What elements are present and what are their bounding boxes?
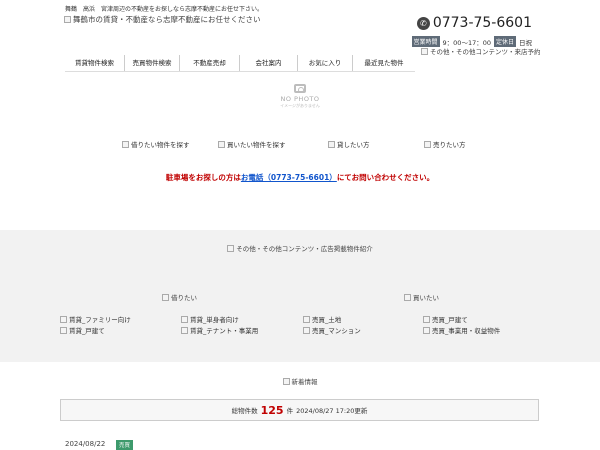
broken-image-icon [424, 140, 431, 148]
property-count: 125 [260, 403, 284, 417]
rent-heading: 借りたい [162, 292, 197, 302]
holiday-value: 日祝 [519, 38, 532, 47]
quick-link-lease-out[interactable]: 貸したい方 [328, 139, 370, 149]
nav-rent-search[interactable]: 賃貸物件検索 [65, 55, 125, 71]
category-link-buy-land[interactable]: 売買_土地 [303, 314, 341, 324]
broken-image-icon [218, 140, 225, 148]
buy-heading: 買いたい [404, 292, 439, 302]
broken-image-icon [122, 140, 129, 148]
broken-image-icon [423, 326, 430, 334]
no-photo-placeholder: NO PHOTO イメージがありません [275, 80, 325, 120]
category-link-label: 賃貸_ファミリー向け [69, 316, 131, 324]
other-contents-label: その他・その他コンテンツ・来店予約 [430, 48, 541, 56]
category-link-label: 賃貸_戸建て [69, 327, 105, 335]
nav-divider [65, 71, 415, 72]
quick-link-label: 借りたい物件を探す [131, 141, 190, 149]
property-count-box: 総物件数 125 件 2024/08/27 17:20更新 [60, 399, 539, 421]
count-label: 総物件数 [231, 407, 258, 415]
news-date: 2024/08/22 [65, 440, 106, 448]
count-unit: 件 [286, 407, 294, 415]
category-link-label: 売買_マンション [312, 327, 361, 335]
hours-value: 9：00～17：00 [442, 38, 491, 47]
broken-image-icon [162, 293, 169, 301]
camera-icon [294, 84, 306, 93]
category-link-rent-family[interactable]: 賃貸_ファミリー向け [60, 314, 131, 324]
updated-time: 2024/08/27 17:20更新 [296, 407, 368, 415]
nav-company[interactable]: 会社案内 [240, 55, 298, 71]
quick-link-rent[interactable]: 借りたい物件を探す [122, 139, 190, 149]
rent-heading-text: 借りたい [171, 294, 197, 302]
notice-before: 駐車場をお探しの方は [165, 173, 241, 182]
featured-title: その他・その他コンテンツ・広告掲載物件紹介 [0, 243, 600, 253]
broken-image-icon [421, 48, 428, 55]
broken-image-icon [423, 315, 430, 323]
category-link-buy-house[interactable]: 売買_戸建て [423, 314, 468, 324]
global-nav: 賃貸物件検索 売買物件検索 不動産売却 会社案内 お気に入り 最近見た物件 [65, 55, 415, 71]
news-tag-badge: 売買 [116, 440, 134, 450]
category-link-rent-tenant[interactable]: 賃貸_テナント・事業用 [181, 325, 258, 335]
quick-link-sell[interactable]: 売りたい方 [424, 139, 466, 149]
hours-label: 営業時間 [411, 36, 440, 47]
category-link-label: 賃貸_テナント・事業用 [190, 327, 259, 335]
phone-icon: ✆ [416, 16, 430, 30]
news-heading-text: 新着情報 [291, 378, 318, 386]
notice-after: にてお問い合わせください。 [336, 173, 435, 182]
nav-recently-viewed[interactable]: 最近見た物件 [353, 55, 415, 71]
category-link-rent-single[interactable]: 賃貸_単身者向け [181, 314, 239, 324]
site-tagline: 舞鶴 高浜 宮津周辺の不動産をお探しなら志摩不動産にお任せ下さい。 [65, 6, 264, 13]
category-link-rent-house[interactable]: 賃貸_戸建て [60, 325, 105, 335]
logo-alt-text: 舞鶴市の賃貸・不動産なら志摩不動産にお任せください [73, 15, 261, 24]
quick-link-buy[interactable]: 買いたい物件を探す [218, 139, 286, 149]
nav-buy-search[interactable]: 売買物件検索 [125, 55, 180, 71]
site-logo[interactable]: 舞鶴市の賃貸・不動産なら志摩不動産にお任せください [64, 14, 261, 25]
buy-heading-text: 買いたい [413, 294, 439, 302]
business-hours: 営業時間 9：00～17：00 定休日 日祝 [411, 36, 532, 47]
quick-link-label: 売りたい方 [433, 141, 466, 149]
no-photo-subtitle: イメージがありません [280, 103, 320, 108]
nav-sell[interactable]: 不動産売却 [180, 55, 240, 71]
broken-image-icon [64, 16, 71, 23]
featured-title-text: その他・その他コンテンツ・広告掲載物件紹介 [236, 245, 373, 253]
broken-image-icon [328, 140, 335, 148]
category-link-label: 売買_事業用・収益物件 [432, 327, 501, 335]
parking-notice: 駐車場をお探しの方はお電話（0773-75-6601）にてお問い合わせください。 [0, 172, 600, 183]
other-contents-link[interactable]: その他・その他コンテンツ・来店予約 [421, 48, 541, 56]
category-link-label: 売買_戸建て [432, 316, 468, 324]
category-link-label: 賃貸_単身者向け [190, 316, 239, 324]
header-phone[interactable]: ✆ 0773-75-6601 [416, 15, 532, 31]
category-link-buy-business[interactable]: 売買_事業用・収益物件 [423, 325, 500, 335]
category-link-buy-mansion[interactable]: 売買_マンション [303, 325, 361, 335]
broken-image-icon [282, 377, 290, 385]
broken-image-icon [60, 326, 67, 334]
quick-link-label: 買いたい物件を探す [227, 141, 286, 149]
broken-image-icon [303, 315, 310, 323]
notice-phone-link[interactable]: お電話（0773-75-6601） [241, 173, 337, 182]
nav-favorites[interactable]: お気に入り [298, 55, 353, 71]
broken-image-icon [181, 315, 188, 323]
broken-image-icon [303, 326, 310, 334]
broken-image-icon [404, 293, 411, 301]
broken-image-icon [181, 326, 188, 334]
broken-image-icon [227, 244, 235, 252]
quick-link-label: 貸したい方 [337, 141, 370, 149]
phone-number: 0773-75-6601 [432, 15, 532, 31]
category-link-label: 売買_土地 [312, 316, 342, 324]
news-heading: 新着情報 [0, 376, 600, 386]
broken-image-icon [60, 315, 67, 323]
holiday-label: 定休日 [493, 36, 516, 47]
no-photo-title: NO PHOTO [280, 95, 320, 103]
